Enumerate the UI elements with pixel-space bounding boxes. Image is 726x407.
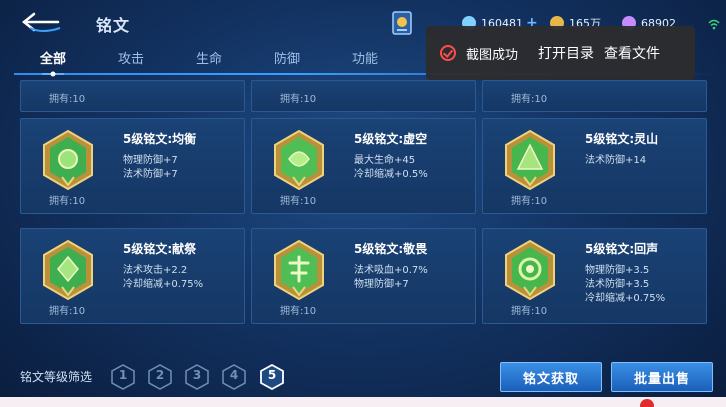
inscription-emblem-icon: [274, 129, 324, 191]
level-filter-5[interactable]: 5: [260, 363, 284, 391]
inscription-emblem-icon: [43, 129, 93, 191]
page-title: 铭文: [96, 16, 131, 35]
active-tab-indicator: [42, 71, 64, 77]
inscription-emblem-icon: [274, 239, 324, 301]
level-number: 4: [229, 368, 239, 382]
inscription-card-partial[interactable]: 拥有:10: [251, 80, 476, 112]
tab-all[interactable]: 全部: [40, 48, 66, 67]
inscription-name: 5级铭文:虚空: [354, 132, 428, 146]
own-count: 拥有:10: [511, 94, 548, 105]
level-number: 3: [192, 368, 202, 382]
inscription-name: 5级铭文:敬畏: [354, 242, 428, 256]
inscription-name: 5级铭文:回声: [585, 242, 659, 256]
view-file-link[interactable]: 查看文件: [604, 43, 660, 63]
open-directory-link[interactable]: 打开目录: [538, 43, 594, 63]
inscription-name: 5级铭文:献祭: [123, 242, 197, 256]
level-number: 5: [267, 368, 277, 382]
check-circle-icon: [440, 45, 456, 61]
own-count: 拥有:10: [49, 306, 86, 317]
tab-utility[interactable]: 功能: [352, 48, 378, 67]
level-filter-2[interactable]: 2: [148, 364, 172, 390]
inscription-stat: 物理防御+7: [123, 155, 178, 166]
inscription-card[interactable]: 5级铭文:虚空 最大生命+45 冷却缩减+0.5% 拥有:10: [251, 118, 476, 214]
level-filter-3[interactable]: 3: [185, 364, 209, 390]
inscription-card[interactable]: 5级铭文:回声 物理防御+3.5 法术防御+3.5 冷却缩减+0.75% 拥有:…: [482, 228, 707, 324]
inscription-stat: 法术防御+7: [123, 169, 178, 180]
toast-message: 截图成功: [466, 47, 519, 63]
back-arrow-icon[interactable]: [20, 10, 62, 34]
inscription-name: 5级铭文:灵山: [585, 132, 659, 146]
inscription-stat: 物理防御+7: [354, 279, 409, 290]
inscription-stat: 法术攻击+2.2: [123, 265, 188, 276]
tab-health[interactable]: 生命: [196, 48, 222, 67]
inscription-stat: 冷却缩减+0.75%: [585, 293, 666, 304]
inscription-stat: 法术防御+14: [585, 155, 647, 166]
own-count: 拥有:10: [49, 196, 86, 207]
bottom-strip: [0, 397, 726, 407]
level-number: 1: [118, 368, 128, 382]
inscription-stat: 最大生命+45: [354, 155, 416, 166]
inscription-emblem-icon: [505, 129, 555, 191]
inscription-stat: 法术吸血+0.7%: [354, 265, 428, 276]
inscription-emblem-icon: [505, 239, 555, 301]
inscription-stat: 物理防御+3.5: [585, 265, 650, 276]
own-count: 拥有:10: [49, 94, 86, 105]
screenshot-toast: 截图成功 打开目录 查看文件: [426, 26, 695, 80]
inscription-card-partial[interactable]: 拥有:10: [20, 80, 245, 112]
level-filter-1[interactable]: 1: [111, 364, 135, 390]
inscription-emblem-icon: [43, 239, 93, 301]
own-count: 拥有:10: [511, 306, 548, 317]
level-number: 2: [155, 368, 165, 382]
inscription-name: 5级铭文:均衡: [123, 132, 197, 146]
inscription-book-icon[interactable]: [391, 9, 413, 37]
notification-dot-icon: [640, 399, 654, 407]
inscription-stat: 冷却缩减+0.75%: [123, 279, 204, 290]
wifi-icon: [708, 19, 720, 30]
own-count: 拥有:10: [280, 306, 317, 317]
own-count: 拥有:10: [280, 94, 317, 105]
level-filter-4[interactable]: 4: [222, 364, 246, 390]
bulk-sell-button[interactable]: 批量出售: [611, 362, 713, 392]
own-count: 拥有:10: [511, 196, 548, 207]
inscription-stat: 冷却缩减+0.5%: [354, 169, 428, 180]
inscription-stat: 法术防御+3.5: [585, 279, 650, 290]
inscription-card-partial[interactable]: 拥有:10: [482, 80, 707, 112]
inscription-card[interactable]: 5级铭文:献祭 法术攻击+2.2 冷却缩减+0.75% 拥有:10: [20, 228, 245, 324]
inscription-card[interactable]: 5级铭文:灵山 法术防御+14 拥有:10: [482, 118, 707, 214]
tab-defense[interactable]: 防御: [274, 48, 300, 67]
inscription-card[interactable]: 5级铭文:敬畏 法术吸血+0.7% 物理防御+7 拥有:10: [251, 228, 476, 324]
inscription-card[interactable]: 5级铭文:均衡 物理防御+7 法术防御+7 拥有:10: [20, 118, 245, 214]
acquire-inscription-button[interactable]: 铭文获取: [500, 362, 602, 392]
level-filter-label: 铭文等级筛选: [20, 370, 93, 384]
tab-attack[interactable]: 攻击: [118, 48, 144, 67]
own-count: 拥有:10: [280, 196, 317, 207]
